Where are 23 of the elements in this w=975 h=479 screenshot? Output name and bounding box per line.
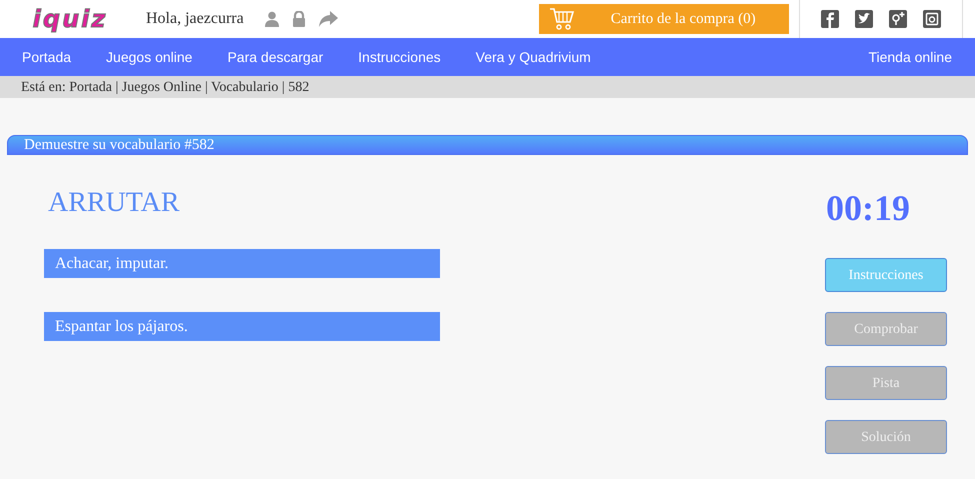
nav-link[interactable]: Para descargar <box>210 46 341 68</box>
nav-link[interactable]: Instrucciones <box>340 46 458 68</box>
logo[interactable]: iquiz <box>17 6 123 32</box>
twitter-icon[interactable] <box>854 10 873 28</box>
cart-icon <box>548 7 575 31</box>
user-icon[interactable] <box>264 11 280 27</box>
nav-link[interactable]: Vera y Quadrivium <box>458 46 608 68</box>
nav-link[interactable]: Tienda online <box>868 46 952 68</box>
nav-link[interactable]: Portada <box>0 46 89 68</box>
quiz-word: ARRUTAR <box>48 187 181 219</box>
facebook-icon[interactable] <box>820 10 839 28</box>
cart-button[interactable]: Carrito de la compra (0) <box>538 4 789 34</box>
panel-header: Demuestre su vocabulario #582 <box>7 135 968 155</box>
lock-icon[interactable] <box>292 11 306 27</box>
instagram-icon[interactable] <box>922 10 941 28</box>
timer: 00:19 <box>826 188 911 228</box>
share-arrow-icon[interactable] <box>318 11 338 27</box>
answer-option[interactable]: Achacar, imputar. <box>44 249 440 278</box>
breadcrumb: Está en: Portada | Juegos Online | Vocabulario | 582 <box>21 78 310 96</box>
nav-link[interactable]: Juegos online <box>88 46 210 68</box>
answer-option[interactable]: Espantar los pájaros. <box>44 312 440 341</box>
google-plus-icon[interactable] <box>888 10 907 28</box>
greeting: Hola, jaezcurra <box>146 9 244 29</box>
